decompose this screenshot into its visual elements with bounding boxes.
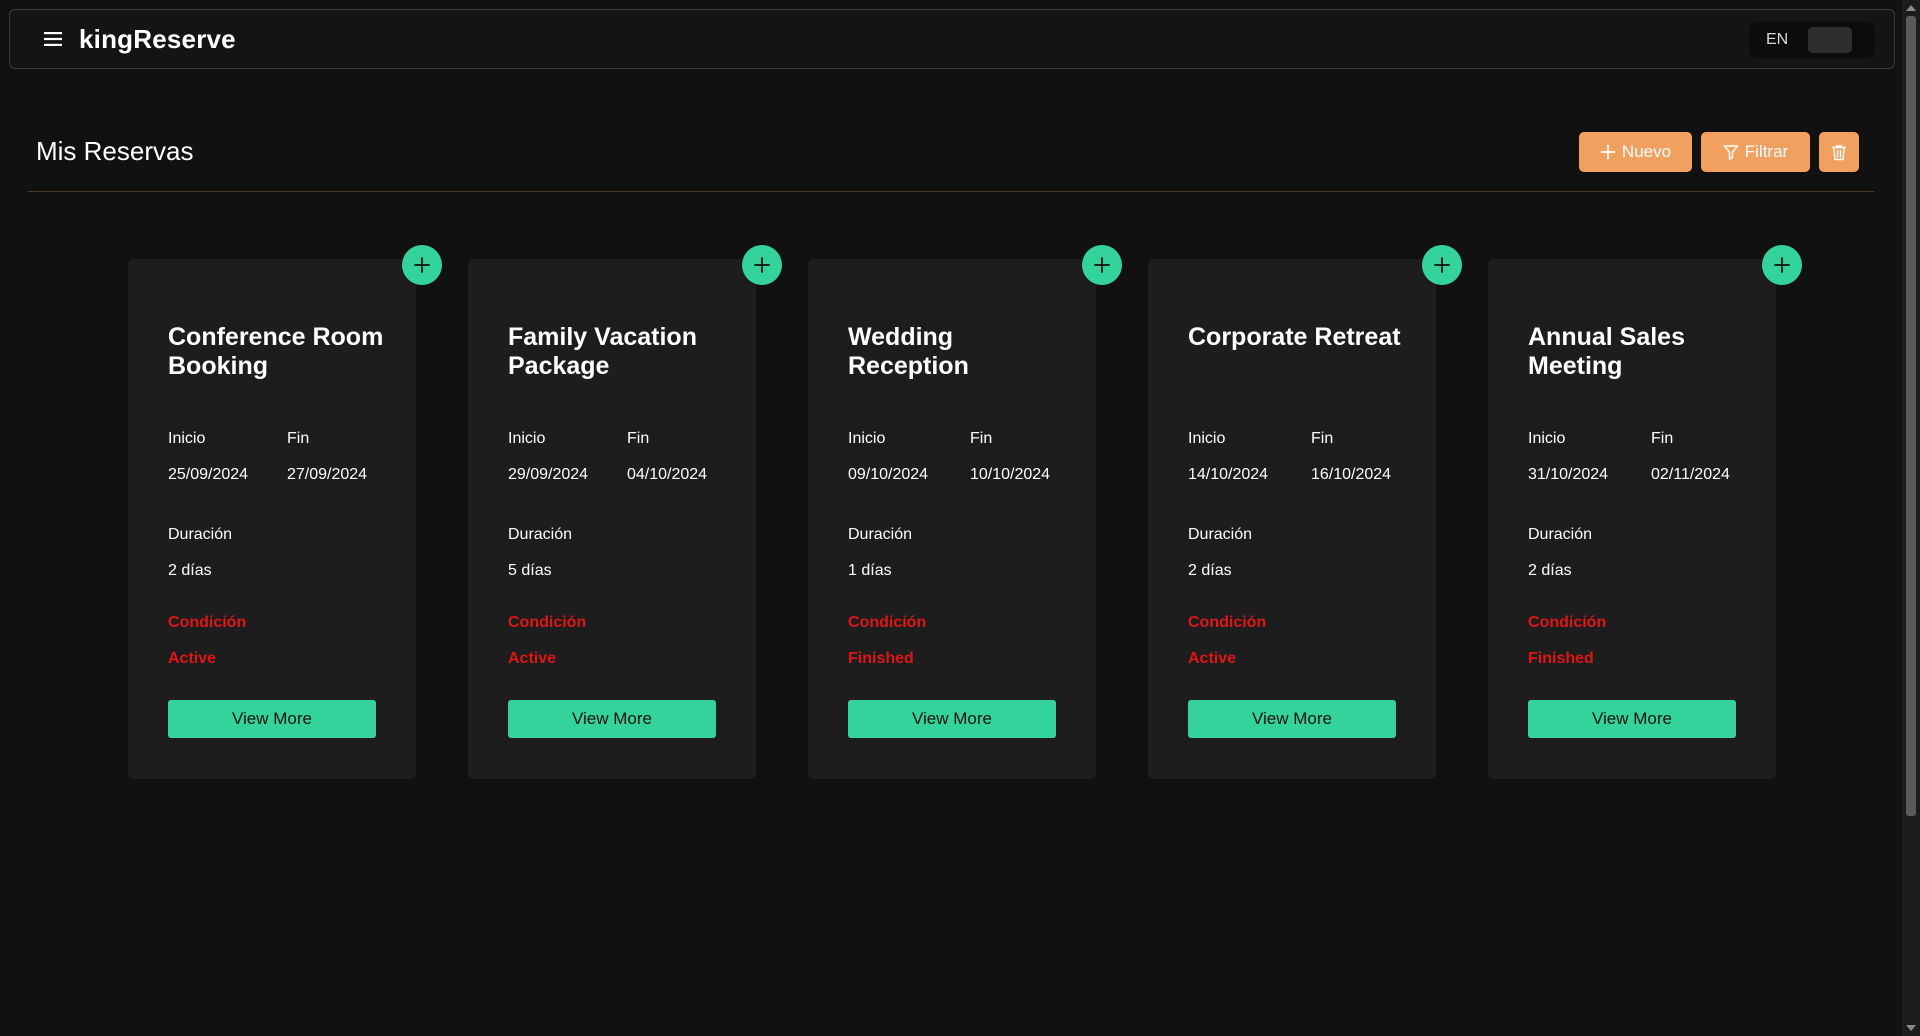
duration-value: 2 días	[1528, 562, 1572, 579]
view-more-button[interactable]: View More	[848, 700, 1056, 738]
reservation-card: Family Vacation Package Inicio Fin 29/09…	[468, 245, 782, 779]
duration-label: Duración	[508, 526, 573, 543]
new-reservation-button[interactable]: Nuevo	[1579, 132, 1692, 172]
plus-icon	[1094, 257, 1110, 273]
view-more-button[interactable]: View More	[168, 700, 376, 738]
start-label: Inicio	[848, 430, 886, 447]
start-label: Inicio	[1188, 430, 1226, 447]
delete-button[interactable]	[1819, 132, 1859, 172]
end-date: 02/11/2024	[1651, 466, 1730, 483]
filter-button[interactable]: Filtrar	[1701, 132, 1810, 172]
menu-icon	[44, 32, 62, 46]
condition-value: Active	[168, 650, 217, 667]
duration-value: 2 días	[168, 562, 212, 579]
header-divider	[28, 191, 1874, 192]
filter-icon	[1723, 145, 1739, 160]
duration-value: 1 días	[848, 562, 892, 579]
page-actions: Nuevo Filtrar	[1579, 132, 1859, 172]
start-date: 31/10/2024	[1528, 466, 1609, 483]
duration-value: 5 días	[508, 562, 552, 579]
condition-value: Active	[1188, 650, 1237, 667]
hamburger-menu-button[interactable]	[37, 23, 69, 55]
end-label: Fin	[287, 430, 310, 447]
duration-label: Duración	[848, 526, 913, 543]
reservation-card: Wedding Reception Inicio Fin 09/10/2024 …	[808, 245, 1122, 779]
plus-icon	[754, 257, 770, 273]
duration-value: 2 días	[1188, 562, 1232, 579]
reservation-card: Conference Room Booking Inicio Fin 25/09…	[128, 245, 442, 779]
end-label: Fin	[970, 430, 993, 447]
condition-value: Finished	[1528, 650, 1594, 667]
add-button[interactable]	[742, 245, 782, 285]
condition-label: Condición	[1188, 614, 1267, 631]
end-date: 10/10/2024	[970, 466, 1051, 483]
start-date: 09/10/2024	[848, 466, 929, 483]
scrollbar-thumb[interactable]	[1906, 16, 1916, 816]
theme-toggle[interactable]	[1808, 27, 1853, 53]
filter-button-label: Filtrar	[1744, 142, 1789, 161]
plus-icon	[1434, 257, 1450, 273]
start-date: 25/09/2024	[168, 466, 249, 483]
language-label[interactable]: EN	[1766, 31, 1788, 49]
card-title: Corporate Retreat	[1188, 323, 1401, 351]
brand-title[interactable]: kingReserve	[79, 24, 236, 55]
plus-icon	[1774, 257, 1790, 273]
start-label: Inicio	[508, 430, 546, 447]
duration-label: Duración	[1188, 526, 1253, 543]
reservation-card: Corporate Retreat Inicio Fin 14/10/2024 …	[1148, 245, 1462, 779]
app-root: kingReserve EN Mis Reservas Nuevo Filtra…	[0, 0, 1920, 1036]
language-switcher: EN	[1750, 22, 1874, 58]
trash-icon	[1831, 144, 1847, 160]
card-title: Family Vacation Package	[508, 323, 697, 380]
end-label: Fin	[1651, 430, 1674, 447]
card-title: Wedding Reception	[848, 323, 969, 380]
start-label: Inicio	[168, 430, 206, 447]
end-date: 16/10/2024	[1311, 466, 1392, 483]
view-more-button[interactable]: View More	[508, 700, 716, 738]
view-more-button[interactable]: View More	[1188, 700, 1396, 738]
duration-label: Duración	[168, 526, 233, 543]
start-label: Inicio	[1528, 430, 1566, 447]
scroll-down-icon[interactable]	[1906, 1025, 1916, 1031]
end-label: Fin	[1311, 430, 1334, 447]
condition-value: Active	[508, 650, 557, 667]
add-button[interactable]	[1082, 245, 1122, 285]
card-title: Annual Sales Meeting	[1528, 323, 1685, 380]
top-bar: kingReserve EN	[9, 9, 1895, 69]
condition-label: Condición	[168, 614, 247, 631]
condition-label: Condición	[848, 614, 927, 631]
start-date: 14/10/2024	[1188, 466, 1269, 483]
condition-label: Condición	[1528, 614, 1607, 631]
add-button[interactable]	[1422, 245, 1462, 285]
end-label: Fin	[627, 430, 650, 447]
start-date: 29/09/2024	[508, 466, 589, 483]
end-date: 27/09/2024	[287, 466, 368, 483]
condition-label: Condición	[508, 614, 587, 631]
duration-label: Duración	[1528, 526, 1593, 543]
add-button[interactable]	[1762, 245, 1802, 285]
condition-value: Finished	[848, 650, 914, 667]
add-button[interactable]	[402, 245, 442, 285]
page-title: Mis Reservas	[36, 136, 194, 166]
reservation-card: Annual Sales Meeting Inicio Fin 31/10/20…	[1488, 245, 1802, 779]
scroll-up-icon[interactable]	[1906, 5, 1916, 11]
view-more-button[interactable]: View More	[1528, 700, 1736, 738]
card-title: Conference Room Booking	[168, 323, 384, 380]
new-button-label: Nuevo	[1621, 142, 1672, 161]
plus-icon	[1600, 144, 1616, 160]
vertical-scrollbar[interactable]	[1902, 0, 1920, 1036]
end-date: 04/10/2024	[627, 466, 708, 483]
plus-icon	[414, 257, 430, 273]
